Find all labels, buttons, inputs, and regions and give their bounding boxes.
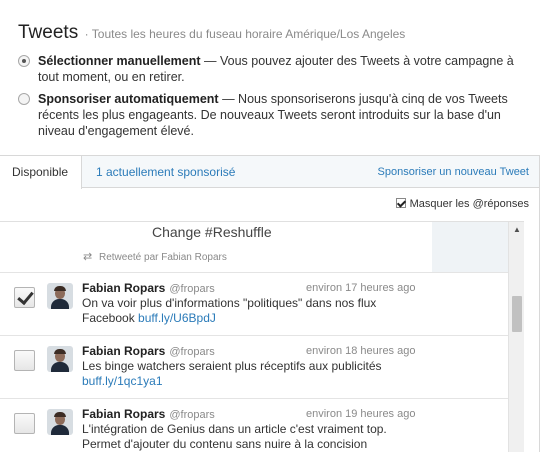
hide-replies-checkbox[interactable] [395,198,406,208]
tweet-text: L'intégration de Genius dans un article … [82,422,412,452]
retweet-icon: ⇄ [83,251,93,263]
author-name: Fabian Ropars [82,281,166,295]
automatic-radio-button[interactable] [18,93,30,105]
author-handle: @fropars [169,409,215,421]
scroll-thumb[interactable] [512,296,522,332]
tweet-text: Les binge watchers seraient plus récepti… [82,359,412,389]
retweet-label: Retweeté par Fabian Ropars [99,252,227,263]
hide-replies-toggle[interactable]: Masquer les @réponses [395,198,529,210]
partial-tweet-text: Change #Reshuffle [152,224,272,240]
tweet-list: Change #Reshuffle ⇄ Retweeté par Fabian R… [0,221,524,452]
tweet-time: environ 17 heures ago [306,282,416,294]
tweet-select-checkbox[interactable] [14,413,35,434]
retweet-info: ⇄ Retweeté par Fabian Ropars [83,250,227,263]
manual-radio-button[interactable] [18,55,30,67]
scroll-up-arrow-icon[interactable]: ▲ [509,222,524,238]
section-title: Tweets [18,22,79,43]
tweet-row[interactable]: Fabian Ropars @fropars environ 18 heures … [0,335,524,398]
tweets-panel: Disponible 1 actuellement sponsorisé Spo… [0,155,540,452]
tweet-row[interactable]: Fabian Ropars @fropars environ 17 heures … [0,272,524,335]
option-manual-label: Sélectionner manuellement [38,54,201,68]
tweet-author: Fabian Ropars @fropars [82,407,215,421]
tweet-author: Fabian Ropars @fropars [82,281,215,295]
tweet-text: On va voir plus d'informations "politiqu… [82,296,412,326]
tweet-time: environ 19 heures ago [306,408,416,420]
tweet-select-checkbox[interactable] [14,350,35,371]
avatar [47,409,73,435]
option-manual[interactable]: Sélectionner manuellement — Vous pouvez … [18,53,534,85]
sponsor-new-tweet-link[interactable]: Sponsoriser un nouveau Tweet [378,156,529,188]
tweet-link[interactable]: buff.ly/U6BpdJ [138,311,216,325]
avatar [47,346,73,372]
option-automatic-label: Sponsoriser automatiquement [38,92,219,106]
tweet-row[interactable]: Fabian Ropars @fropars environ 19 heures … [0,398,524,452]
tab-available[interactable]: Disponible [0,156,82,189]
tweet-text-content: L'intégration de Genius dans un article … [82,422,387,451]
partial-tweet: Change #Reshuffle ⇄ Retweeté par Fabian R… [0,222,432,272]
tab-bar: Disponible 1 actuellement sponsorisé Spo… [0,156,539,189]
tweet-text-content: On va voir plus d'informations "politiqu… [82,296,377,325]
option-automatic[interactable]: Sponsoriser automatiquement — Nous spons… [18,91,534,139]
option-manual-text: Sélectionner manuellement — Vous pouvez … [38,53,534,85]
avatar [47,283,73,309]
tweet-text-content: Les binge watchers seraient plus récepti… [82,359,382,373]
author-handle: @fropars [169,283,215,295]
hide-replies-label: Masquer les @réponses [409,198,529,210]
tab-sponsored[interactable]: 1 actuellement sponsorisé [84,156,247,188]
option-automatic-text: Sponsoriser automatiquement — Nous spons… [38,91,534,139]
tweet-time: environ 18 heures ago [306,345,416,357]
author-handle: @fropars [169,346,215,358]
tweet-list-scrollbar[interactable]: ▲ [508,222,524,452]
author-name: Fabian Ropars [82,344,166,358]
section-header: Tweets · Toutes les heures du fuseau hor… [18,22,405,44]
author-name: Fabian Ropars [82,407,166,421]
timezone-subtitle: · Toutes les heures du fuseau horaire Am… [84,27,406,41]
tweet-select-checkbox[interactable] [14,287,35,308]
tweet-link[interactable]: buff.ly/1qc1ya1 [82,374,163,388]
tweet-author: Fabian Ropars @fropars [82,344,215,358]
